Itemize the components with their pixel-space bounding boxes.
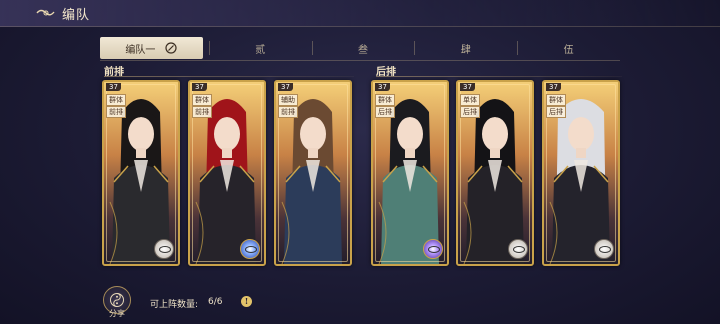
character-card[interactable]: 37 群体 前排 — [102, 80, 180, 266]
silver-eye-icon[interactable] — [594, 239, 614, 259]
silver-eye-icon[interactable] — [508, 239, 528, 259]
blue-eye-icon[interactable] — [240, 239, 260, 259]
character-card[interactable]: 37 单体 后排 — [456, 80, 534, 266]
tab-label: 肆 — [460, 44, 471, 56]
share-icon — [110, 293, 124, 307]
level-badge: 37 — [192, 83, 207, 91]
tab-formation-5[interactable]: 伍 — [517, 37, 620, 59]
position-tag: 后排 — [546, 106, 566, 118]
page-title: 编队 — [62, 8, 91, 23]
tab-label: 叁 — [357, 44, 368, 56]
tab-label: 伍 — [563, 44, 574, 56]
tab-label: 编队一 — [125, 44, 156, 56]
silver-eye-icon[interactable] — [154, 239, 174, 259]
tab-formation-4[interactable]: 肆 — [414, 37, 517, 59]
level-badge: 37 — [106, 83, 121, 91]
role-tag: 群体 — [546, 94, 566, 106]
front-row-divider — [104, 76, 354, 77]
role-tag: 单体 — [460, 94, 480, 106]
deploy-count-value: 6/6 — [208, 297, 223, 307]
back-row-divider — [376, 76, 622, 77]
tab-label: 贰 — [255, 44, 266, 56]
role-tag: 辅助 — [278, 94, 298, 106]
level-badge: 37 — [460, 83, 475, 91]
back-swirl-icon[interactable] — [36, 7, 56, 19]
position-tag: 前排 — [192, 106, 212, 118]
tab-formation-2[interactable]: 贰 — [208, 37, 312, 59]
tab-formation-3[interactable]: 叁 — [311, 37, 415, 59]
character-card[interactable]: 37 群体 后排 — [371, 80, 449, 266]
tab-formation-1[interactable]: 编队一 — [100, 37, 203, 59]
deploy-count-label: 可上阵数量: — [150, 300, 199, 310]
purple-eye-icon[interactable] — [423, 239, 443, 259]
character-card[interactable]: 37 群体 前排 — [188, 80, 266, 266]
level-badge: 37 — [375, 83, 390, 91]
position-tag: 后排 — [460, 106, 480, 118]
share-label: 分享 — [109, 309, 125, 318]
level-badge: 37 — [546, 83, 561, 91]
role-tag: 群体 — [192, 94, 212, 106]
tabs-divider — [100, 60, 620, 61]
level-badge: 37 — [278, 83, 293, 91]
character-card[interactable]: 37 群体 后排 — [542, 80, 620, 266]
info-icon[interactable]: ! — [241, 296, 252, 307]
rename-icon[interactable] — [165, 42, 177, 54]
character-card[interactable]: 37 辅助 前排 — [274, 80, 352, 266]
role-tag: 群体 — [375, 94, 395, 106]
formation-tabs: 编队一 贰 叁 肆 伍 — [100, 37, 620, 59]
position-tag: 前排 — [106, 106, 126, 118]
position-tag: 前排 — [278, 106, 298, 118]
role-tag: 群体 — [106, 94, 126, 106]
position-tag: 后排 — [375, 106, 395, 118]
top-bar: 编队 — [0, 0, 720, 27]
